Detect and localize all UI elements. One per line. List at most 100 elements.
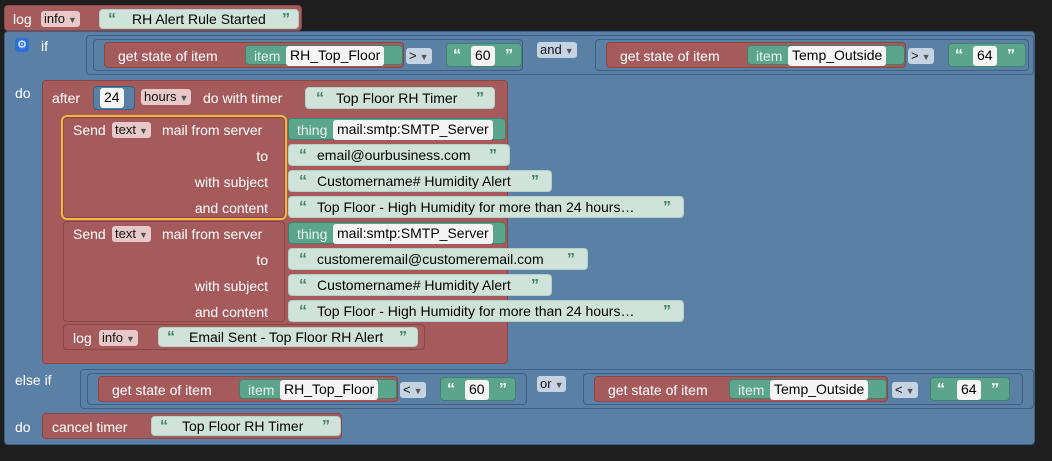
item-name-field[interactable]: Temp_Outside [788,46,887,66]
log-block-2[interactable]: log info ▼ “ Email Sent - Top Floor RH Al… [63,324,425,350]
chevron-down-icon: ▼ [138,230,148,240]
to-field[interactable]: email@ourbusiness.com [313,146,475,166]
to-string-block[interactable]: “ customeremail@customeremail.com ” [288,248,588,270]
item-name-field[interactable]: RH_Top_Floor [280,380,379,400]
open-quote-icon: “ [160,418,168,435]
item-name-field[interactable]: Temp_Outside [770,380,869,400]
subject-field[interactable]: Customername# Humidity Alert [313,172,515,192]
number-field[interactable]: 64 [973,46,997,66]
chevron-down-icon: ▼ [125,334,135,344]
number-block[interactable]: “ 64 ” [930,377,1010,401]
chevron-down-icon: ▼ [419,52,429,62]
chevron-down-icon: ▼ [564,46,574,56]
get-state-label: get state of item [620,48,720,64]
logic-and-block[interactable]: get state of item item RH_Top_Floor > ▼ “… [86,35,1034,75]
gear-icon[interactable]: ⚙ [15,38,29,52]
log-level-dropdown[interactable]: info ▼ [99,330,138,346]
after-label: after [52,90,81,106]
send-mail-block-2[interactable]: Send text ▼ mail from server to with subj… [63,221,285,322]
timer-amount-field[interactable]: 24 [100,88,124,108]
and-content-label: and content [194,304,268,320]
log-level-dropdown[interactable]: info ▼ [41,11,80,27]
from-server-label: mail from server [162,226,263,242]
do-label: do [15,85,31,101]
string-block[interactable]: “ Email Sent - Top Floor RH Alert ” [158,327,418,347]
subject-string-block[interactable]: “ Customername# Humidity Alert ” [288,274,552,296]
number-block[interactable]: “ 60 ” [440,377,516,401]
logic-operator-dropdown[interactable]: and ▼ [537,42,577,58]
thing-field[interactable]: mail:smtp:SMTP_Server [333,120,493,140]
open-quote-icon: “ [299,199,307,216]
cancel-timer-name: Top Floor RH Timer [182,418,304,434]
operator-dropdown[interactable]: < ▼ [892,382,918,398]
mail-format-dropdown[interactable]: text ▼ [112,122,151,138]
log-text: Email Sent - Top Floor RH Alert [189,329,384,345]
close-quote-icon: ” [567,251,575,268]
from-server-label: mail from server [162,122,263,138]
item-label: item [248,382,275,398]
content-field[interactable]: Top Floor - High Humidity for more than … [313,198,638,218]
number-field[interactable]: 60 [471,46,495,66]
item-block[interactable]: item Temp_Outside [729,379,887,400]
item-block[interactable]: item Temp_Outside [747,45,905,66]
subject-string-block[interactable]: “ Customername# Humidity Alert ” [288,170,552,192]
close-quote-icon: ” [499,381,507,398]
cancel-timer-label: cancel timer [52,419,128,435]
number-field[interactable]: 60 [465,380,489,400]
item-block[interactable]: item RH_Top_Floor [245,45,403,66]
string-block[interactable]: “ RH Alert Rule Started ” [99,9,299,29]
open-quote-icon: “ [299,251,307,268]
operator-dropdown[interactable]: < ▼ [400,382,426,398]
chevron-down-icon: ▼ [138,126,148,136]
get-state-block[interactable]: get state of item item RH_Top_Floor [98,376,398,402]
to-label: to [256,148,268,164]
timer-name-block[interactable]: “ Top Floor RH Timer ” [305,87,495,109]
to-string-block[interactable]: “ email@ourbusiness.com ” [288,144,510,166]
logic-operator-dropdown[interactable]: or ▼ [537,376,567,392]
logic-or-block[interactable]: get state of item item RH_Top_Floor < ▼ “… [80,369,1034,409]
number-block[interactable]: “ 60 ” [446,43,522,67]
compare-block[interactable]: get state of item item Temp_Outside > ▼ “… [595,39,1029,71]
open-quote-icon: “ [937,381,945,398]
number-block[interactable]: “ 64 ” [948,43,1026,67]
open-quote-icon: “ [447,381,455,398]
operator-dropdown[interactable]: > ▼ [908,48,934,64]
content-string-block[interactable]: “ Top Floor - High Humidity for more tha… [288,196,684,218]
item-block[interactable]: item RH_Top_Floor [239,379,397,400]
open-quote-icon: “ [316,90,324,107]
compare-block[interactable]: get state of item item Temp_Outside < ▼ “… [583,373,1023,405]
compare-block[interactable]: get state of item item RH_Top_Floor > ▼ “… [93,39,523,71]
get-state-label: get state of item [112,382,212,398]
open-quote-icon: “ [299,173,307,190]
open-quote-icon: “ [453,47,461,64]
mail-format-dropdown[interactable]: text ▼ [112,226,151,242]
open-quote-icon: “ [299,303,307,320]
thing-block[interactable]: thing mail:smtp:SMTP_Server [288,118,506,140]
to-field[interactable]: customeremail@customeremail.com [313,250,548,270]
close-quote-icon: ” [489,147,497,164]
else-if-label: else if [15,372,52,388]
item-label: item [254,48,281,64]
content-field[interactable]: Top Floor - High Humidity for more than … [313,302,638,322]
timer-amount-block[interactable]: 24 [93,86,135,110]
cancel-timer-string-block[interactable]: “ Top Floor RH Timer ” [151,416,341,436]
send-mail-block-1[interactable]: Send text ▼ mail from server to with subj… [61,115,287,220]
timer-unit-dropdown[interactable]: hours ▼ [141,89,192,105]
close-quote-icon: ” [531,173,539,190]
subject-field[interactable]: Customername# Humidity Alert [313,276,515,296]
get-state-block[interactable]: get state of item item RH_Top_Floor [104,42,404,68]
cancel-timer-block[interactable]: cancel timer “ Top Floor RH Timer ” [42,413,342,439]
log-block[interactable]: log info ▼ “ RH Alert Rule Started ” [4,5,302,31]
number-field[interactable]: 64 [957,380,981,400]
get-state-block[interactable]: get state of item item Temp_Outside [594,376,888,402]
close-quote-icon: ” [991,381,999,398]
thing-block[interactable]: thing mail:smtp:SMTP_Server [288,222,506,244]
thing-field[interactable]: mail:smtp:SMTP_Server [333,224,493,244]
compare-block[interactable]: get state of item item RH_Top_Floor < ▼ “… [87,373,527,405]
close-quote-icon: ” [663,199,671,216]
item-name-field[interactable]: RH_Top_Floor [286,46,385,66]
operator-dropdown[interactable]: > ▼ [406,48,432,64]
content-string-block[interactable]: “ Top Floor - High Humidity for more tha… [288,300,684,322]
close-quote-icon: ” [476,90,484,107]
get-state-block[interactable]: get state of item item Temp_Outside [606,42,906,68]
